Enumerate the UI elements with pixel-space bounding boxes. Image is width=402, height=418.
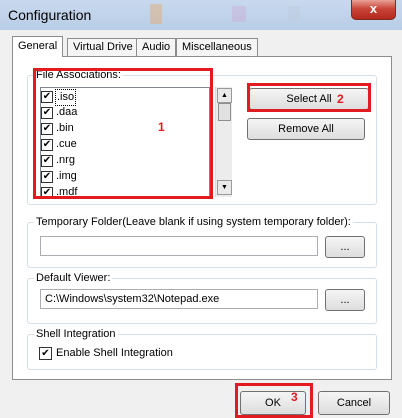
annotation-box-3	[235, 383, 313, 418]
temp-folder-browse-button[interactable]: ...	[325, 236, 365, 258]
temp-folder-input[interactable]	[40, 236, 318, 256]
default-viewer-label: Default Viewer:	[34, 272, 113, 284]
close-button[interactable]: x	[351, 0, 396, 20]
tab-virtual-drive[interactable]: Virtual Drive	[67, 38, 139, 56]
close-icon: x	[369, 1, 378, 16]
title-bar-background-decoration	[232, 6, 246, 22]
shell-integration-label: Shell Integration	[34, 328, 118, 340]
chevron-down-icon: ▼	[221, 184, 228, 191]
default-viewer-browse-button[interactable]: ...	[325, 289, 365, 311]
cancel-button[interactable]: Cancel	[318, 391, 390, 415]
title-bar: Configuration x	[0, 0, 402, 30]
chevron-up-icon: ▲	[221, 92, 228, 99]
shell-integration-checkbox[interactable]: ✔	[39, 347, 52, 360]
default-viewer-input[interactable]: C:\Windows\system32\Notepad.exe	[40, 289, 318, 309]
annotation-number-3: 3	[291, 390, 298, 404]
scroll-down-button[interactable]: ▼	[217, 180, 232, 195]
scroll-thumb[interactable]	[218, 103, 231, 121]
temp-folder-label: Temporary Folder(Leave blank if using sy…	[34, 216, 353, 228]
title-bar-background-decoration	[288, 6, 300, 22]
annotation-number-1: 1	[158, 120, 165, 134]
annotation-number-2: 2	[337, 92, 344, 106]
annotation-box-2	[247, 83, 371, 112]
tab-audio[interactable]: Audio	[136, 38, 177, 56]
shell-integration-checkbox-label[interactable]: Enable Shell Integration	[56, 347, 173, 359]
tab-miscellaneous[interactable]: Miscellaneous	[176, 38, 258, 56]
tab-general[interactable]: General	[12, 36, 64, 57]
annotation-box-1	[33, 68, 213, 199]
scroll-up-button[interactable]: ▲	[217, 88, 232, 103]
remove-all-button[interactable]: Remove All	[247, 118, 365, 140]
title-bar-background-decoration	[150, 4, 162, 24]
window-title: Configuration	[8, 7, 92, 23]
list-scrollbar[interactable]: ▲ ▼	[215, 87, 232, 197]
